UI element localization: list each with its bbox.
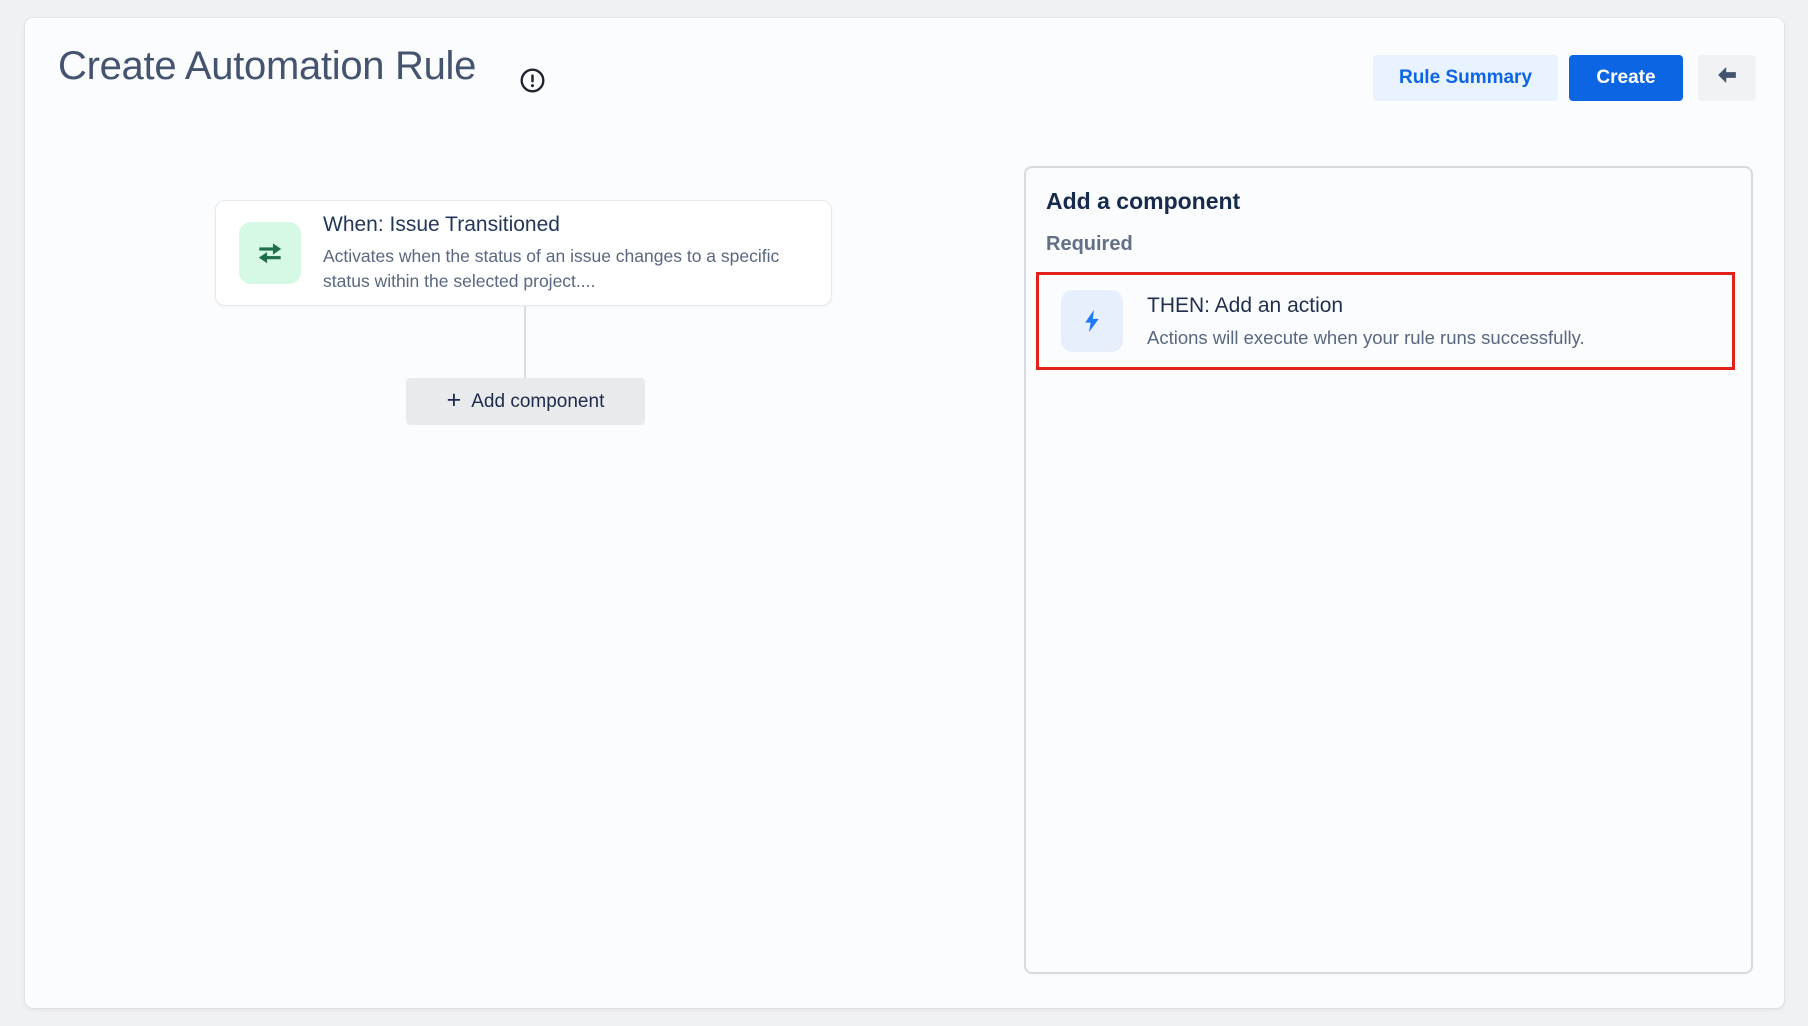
automation-rule-page: Create Automation Rule Rule Summary Crea… <box>25 18 1784 1008</box>
connector-line <box>524 306 526 378</box>
component-item-then-add-action[interactable]: THEN: Add an action Actions will execute… <box>1036 272 1735 370</box>
add-component-button[interactable]: + Add component <box>406 378 645 425</box>
panel-title: Add a component <box>1046 188 1741 215</box>
component-item-description: Actions will execute when your rule runs… <box>1147 327 1585 349</box>
back-button[interactable] <box>1698 55 1756 101</box>
trigger-card-title: When: Issue Transitioned <box>323 213 808 237</box>
header-actions: Rule Summary Create <box>25 55 1784 101</box>
create-button[interactable]: Create <box>1569 55 1683 101</box>
component-item-title: THEN: Add an action <box>1147 294 1585 318</box>
component-item-text: THEN: Add an action Actions will execute… <box>1147 294 1585 349</box>
lightning-bolt-icon <box>1061 290 1123 352</box>
arrow-left-icon <box>1714 62 1740 94</box>
trigger-card-description: Activates when the status of an issue ch… <box>323 244 808 294</box>
trigger-card-text: When: Issue Transitioned Activates when … <box>323 213 808 294</box>
swap-arrows-icon <box>239 222 301 284</box>
add-component-label: Add component <box>471 391 604 413</box>
required-section-label: Required <box>1046 233 1741 256</box>
trigger-card-issue-transitioned[interactable]: When: Issue Transitioned Activates when … <box>215 200 832 306</box>
rule-summary-button[interactable]: Rule Summary <box>1373 55 1558 101</box>
plus-icon: + <box>447 388 462 413</box>
add-component-panel: Add a component Required THEN: Add an ac… <box>1024 166 1753 974</box>
